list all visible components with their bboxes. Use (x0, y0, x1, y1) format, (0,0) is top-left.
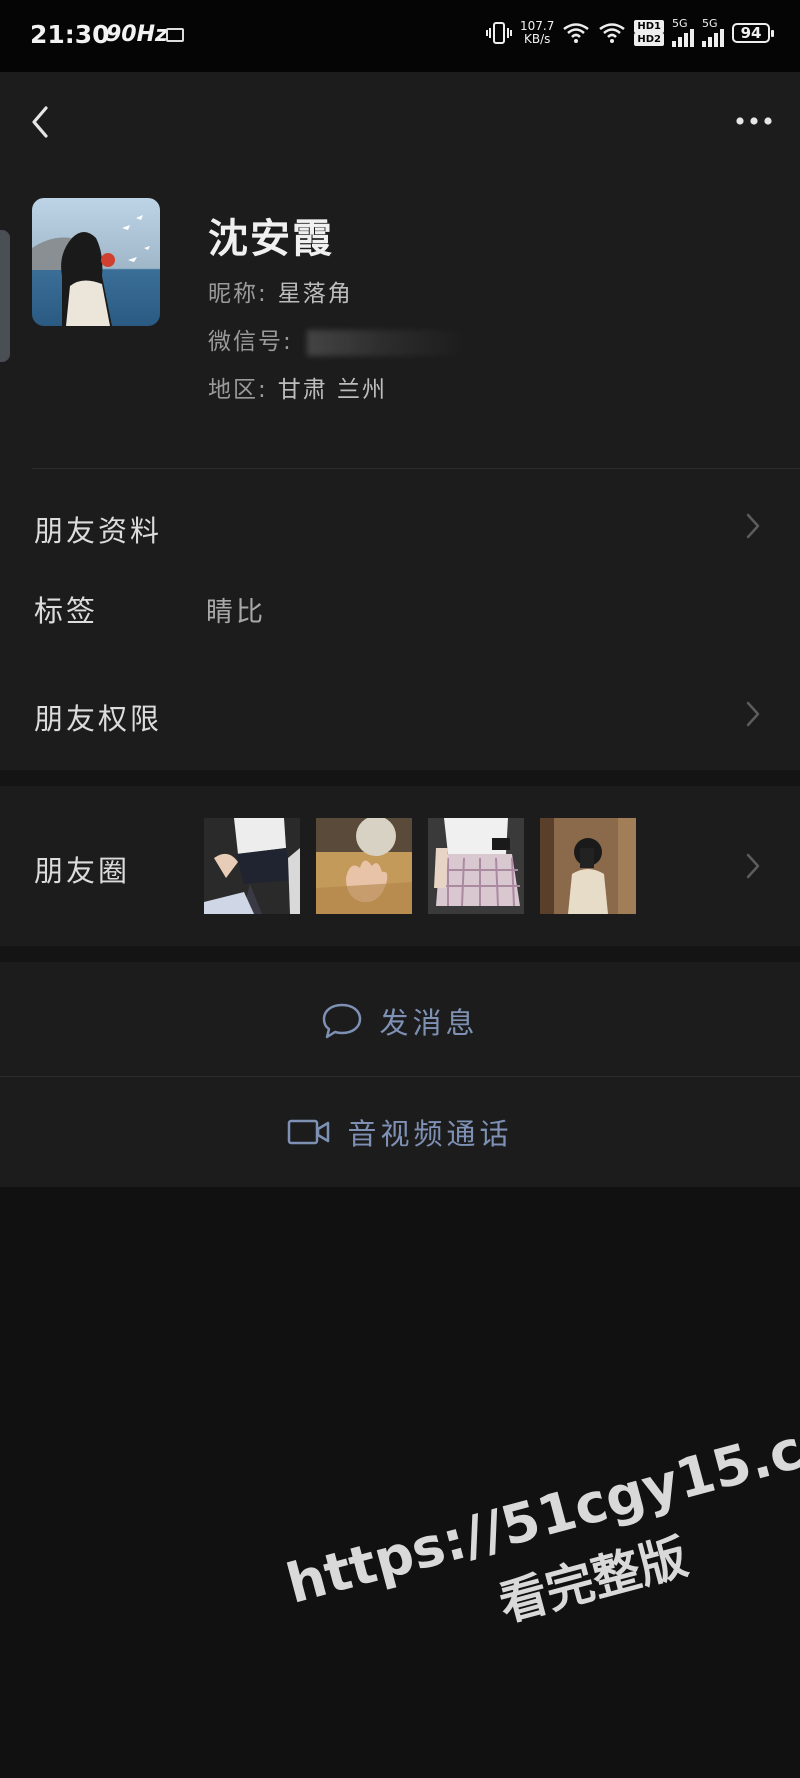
tag-value: 睛比 (206, 597, 266, 628)
moments-photo (428, 818, 524, 914)
nickname-value: 星落角 (277, 281, 353, 307)
profile-header: 沈安霞 昵称: 星落角 微信号: 地区: 甘肃 兰州 (0, 168, 800, 468)
section-gap (0, 770, 800, 786)
moments-photo (540, 818, 636, 914)
network-speed: 107.7 KB/s (520, 18, 555, 46)
nickname-line: 昵称: 星落角 (208, 274, 353, 308)
chevron-right-icon (746, 853, 760, 879)
send-message-label: 发消息 (379, 1006, 479, 1040)
video-call-button[interactable]: 音视频通话 (0, 1077, 800, 1187)
divider (32, 468, 800, 469)
wifi-icon (563, 22, 590, 43)
region-label: 地区: (208, 377, 268, 403)
wechat-id-redacted (306, 329, 467, 356)
friend-permissions-label: 朋友权限 (34, 702, 163, 736)
chevron-right-icon (746, 513, 760, 539)
watermark: https://51cgy15.com 看完整版 (280, 1394, 800, 1748)
battery-icon: 94 (732, 22, 774, 43)
chat-bubble-icon (323, 1003, 362, 1039)
signal-icon-2: 5G (702, 18, 724, 47)
contact-name: 沈安霞 (208, 215, 334, 262)
status-bar: 21:30 90Hz 107.7 KB/s HD1 HD2 5G 5G 94 (0, 0, 800, 72)
video-call-label: 音视频通话 (347, 1117, 513, 1151)
refresh-rate: 90Hz (106, 22, 168, 47)
nickname-label: 昵称: (208, 281, 268, 307)
wechat-id-label: 微信号: (208, 329, 293, 355)
vibrate-icon (486, 21, 512, 44)
friend-info-label: 朋友资料 (34, 514, 163, 548)
wifi-icon-2 (599, 22, 626, 43)
hd-badge: HD1 HD2 (634, 19, 664, 46)
wechat-id-line: 微信号: (208, 322, 467, 356)
section-gap (0, 946, 800, 962)
avatar[interactable] (32, 198, 160, 326)
top-bar (0, 72, 800, 168)
status-time: 21:30 (30, 20, 110, 49)
moments-row[interactable]: 朋友圈 (0, 786, 800, 946)
back-arrow-icon[interactable] (22, 102, 62, 142)
moments-photo (316, 818, 412, 914)
send-message-button[interactable]: 发消息 (0, 966, 800, 1076)
more-options-icon[interactable] (732, 106, 776, 136)
moments-photo (204, 818, 300, 914)
region-line: 地区: 甘肃 兰州 (208, 370, 387, 404)
region-value: 甘肃 兰州 (277, 377, 388, 403)
moments-label: 朋友圈 (34, 854, 131, 888)
signal-icon: 5G (672, 18, 694, 47)
sim-icon (166, 28, 184, 42)
tag-label: 标签 (34, 594, 99, 628)
chevron-right-icon (746, 701, 760, 727)
video-camera-icon (288, 1119, 330, 1145)
status-right: 107.7 KB/s HD1 HD2 5G 5G 94 (486, 18, 774, 47)
